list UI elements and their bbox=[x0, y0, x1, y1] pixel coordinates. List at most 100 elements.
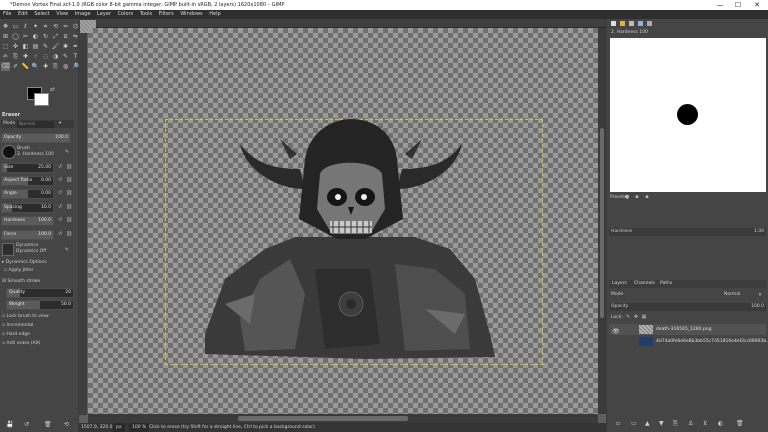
perspective-icon[interactable]: ⬚ bbox=[1, 42, 10, 51]
delete-options-icon[interactable]: 🗑 bbox=[44, 421, 52, 428]
preset-load-icon[interactable]: ▪ bbox=[634, 194, 640, 201]
brushes-tab-icon[interactable] bbox=[611, 21, 616, 26]
merge-layer-icon[interactable]: ⊻ bbox=[703, 420, 707, 427]
close-button[interactable]: ✕ bbox=[749, 0, 765, 10]
new-layer-icon[interactable]: ▫ bbox=[616, 420, 620, 427]
lower-layer-icon[interactable]: ▼ bbox=[659, 420, 664, 427]
menu-file[interactable]: File bbox=[3, 11, 11, 17]
smooth-stroke-checkbox[interactable]: ☒ Smooth stroke bbox=[2, 279, 40, 284]
layer-row[interactable]: 👁 death-316565_1280.png bbox=[609, 324, 766, 335]
handle-transform-icon[interactable]: ✜ bbox=[11, 42, 20, 51]
brush-hardness-slider[interactable]: Hardness 1.00 bbox=[609, 228, 766, 236]
reset-spacing-icon[interactable]: ↺ bbox=[57, 204, 63, 211]
opacity-slider[interactable]: Opacity 100.0 bbox=[1, 133, 71, 143]
link-size-icon[interactable]: ⛓ bbox=[66, 164, 72, 171]
mode-chevron-icon[interactable]: ▾ bbox=[59, 120, 61, 128]
zoom-select[interactable]: 100 % bbox=[129, 423, 150, 432]
fuzzy-select-icon[interactable]: ✦ bbox=[31, 22, 40, 31]
lock-brush-checkbox[interactable]: ▫ Lock brush to view bbox=[2, 314, 49, 319]
menu-tools[interactable]: Tools bbox=[140, 11, 152, 17]
minimize-button[interactable]: — bbox=[712, 0, 728, 10]
edit-brush-icon[interactable]: ✎ bbox=[64, 149, 70, 156]
brush-preview-icon[interactable] bbox=[2, 145, 16, 159]
spacing-slider[interactable]: Spacing 10.0 bbox=[1, 203, 54, 213]
reset-hardness-icon[interactable]: ↺ bbox=[57, 217, 63, 224]
perspective-clone-icon[interactable]: ⎘ bbox=[51, 62, 60, 71]
menu-windows[interactable]: Windows bbox=[180, 11, 202, 17]
vertical-ruler[interactable] bbox=[79, 27, 87, 415]
heal-2-icon[interactable]: ✚ bbox=[41, 62, 50, 71]
scissors-icon[interactable]: ✂ bbox=[21, 32, 30, 41]
menu-image[interactable]: Image bbox=[75, 11, 91, 17]
lock-position-icon[interactable]: ✥ bbox=[633, 314, 639, 321]
hardness-slider[interactable]: Hardness 100.0 bbox=[1, 216, 54, 226]
lasso-icon[interactable]: ℓ bbox=[21, 22, 30, 31]
shear-icon[interactable]: ⧄ bbox=[61, 32, 70, 41]
menu-filters[interactable]: Filters bbox=[159, 11, 174, 17]
eraser-icon[interactable]: ⌫ bbox=[1, 62, 10, 71]
quality-slider[interactable]: Quality 20 bbox=[6, 288, 74, 298]
apply-jitter-checkbox[interactable]: ▫ Apply Jitter bbox=[4, 268, 33, 273]
color-picker-icon[interactable]: ✐ bbox=[11, 62, 20, 71]
paintbrush-icon[interactable]: 🖌 bbox=[51, 42, 60, 51]
zoom-icon[interactable]: 🔍 bbox=[31, 62, 40, 71]
lock-alpha-icon[interactable]: ▦ bbox=[641, 314, 647, 321]
duplicate-layer-icon[interactable]: ⎘ bbox=[673, 420, 678, 428]
convolve-icon[interactable]: ◍ bbox=[61, 62, 70, 71]
foreground-select-icon[interactable]: ◐ bbox=[31, 32, 40, 41]
preset-delete-icon[interactable]: ▪ bbox=[644, 194, 650, 201]
size-slider[interactable]: Size 25.00 bbox=[1, 163, 54, 173]
menu-layer[interactable]: Layer bbox=[97, 11, 111, 17]
unit-select[interactable]: px bbox=[113, 423, 125, 432]
mode-select[interactable]: Normal bbox=[17, 120, 54, 128]
menu-help[interactable]: Help bbox=[209, 11, 220, 17]
background-color-swatch[interactable] bbox=[34, 93, 49, 106]
preset-save-icon[interactable]: ● bbox=[624, 194, 630, 201]
link-spacing-icon[interactable]: ⛓ bbox=[66, 204, 72, 211]
dynamics-options-expander[interactable]: ▸ Dynamics Options bbox=[2, 260, 47, 265]
vertical-scrollbar[interactable] bbox=[598, 28, 606, 414]
move-icon[interactable]: ✥ bbox=[1, 22, 10, 31]
blur-icon[interactable]: ◌ bbox=[41, 52, 50, 61]
raise-layer-icon[interactable]: ▲ bbox=[645, 420, 650, 427]
images-tab-icon[interactable] bbox=[647, 21, 652, 26]
weight-slider[interactable]: Weight 50.0 bbox=[6, 300, 74, 310]
horizontal-scrollbar[interactable] bbox=[88, 414, 598, 423]
anti-erase-checkbox[interactable]: ▫ Anti erase (Alt) bbox=[2, 341, 40, 346]
patterns-tab-icon[interactable] bbox=[620, 21, 625, 26]
bucket-fill-icon[interactable]: ◧ bbox=[21, 42, 30, 51]
aspect-ratio-slider[interactable]: Aspect Ratio 0.00 bbox=[1, 176, 54, 186]
rect-select-icon[interactable]: ▭ bbox=[11, 22, 20, 31]
new-group-icon[interactable]: ▭ bbox=[631, 420, 637, 427]
horizontal-ruler[interactable] bbox=[79, 19, 606, 28]
reset-size-icon[interactable]: ↺ bbox=[57, 164, 63, 171]
heal-icon[interactable]: ✚ bbox=[21, 52, 30, 61]
layer-opacity-slider[interactable]: Opacity 100.0 bbox=[609, 303, 766, 311]
pencil-icon[interactable]: ✎ bbox=[41, 42, 50, 51]
lock-pixels-icon[interactable]: ✎ bbox=[625, 314, 631, 321]
reset-angle-icon[interactable]: ↺ bbox=[57, 190, 63, 197]
link-force-icon[interactable]: ⛓ bbox=[66, 231, 72, 238]
swap-colors-icon[interactable]: ⇄ bbox=[50, 86, 55, 93]
hard-edge-checkbox[interactable]: ▫ Hard edge bbox=[2, 332, 30, 337]
mask-layer-icon[interactable]: ◐ bbox=[718, 420, 723, 427]
link-hardness-icon[interactable]: ⛓ bbox=[66, 217, 72, 224]
rotate-icon[interactable]: ↻ bbox=[41, 32, 50, 41]
tab-channels[interactable]: Channels bbox=[634, 281, 655, 286]
align-icon[interactable]: ⊞ bbox=[1, 32, 10, 41]
angle-slider[interactable]: Angle 0.00 bbox=[1, 189, 54, 199]
reset-force-icon[interactable]: ↺ bbox=[57, 231, 63, 238]
save-options-icon[interactable]: 💾 bbox=[6, 421, 13, 428]
link-aspect-icon[interactable]: ⛓ bbox=[66, 177, 72, 184]
menu-colors[interactable]: Colors bbox=[118, 11, 134, 17]
paths-icon[interactable]: ✎ bbox=[61, 52, 70, 61]
link-angle-icon[interactable]: ⛓ bbox=[66, 190, 72, 197]
reset-options-icon[interactable]: ⟲ bbox=[64, 421, 69, 428]
anchor-layer-icon[interactable]: ⚓ bbox=[688, 420, 693, 427]
maximize-button[interactable]: ☐ bbox=[730, 0, 746, 10]
layer-mode-chevron-icon[interactable]: ▾ bbox=[757, 292, 763, 299]
force-slider[interactable]: Force 100.0 bbox=[1, 230, 54, 240]
smudge-icon[interactable]: ☝ bbox=[31, 52, 40, 61]
measure-icon[interactable]: 📏 bbox=[21, 62, 30, 71]
restore-options-icon[interactable]: ↺ bbox=[24, 421, 29, 428]
